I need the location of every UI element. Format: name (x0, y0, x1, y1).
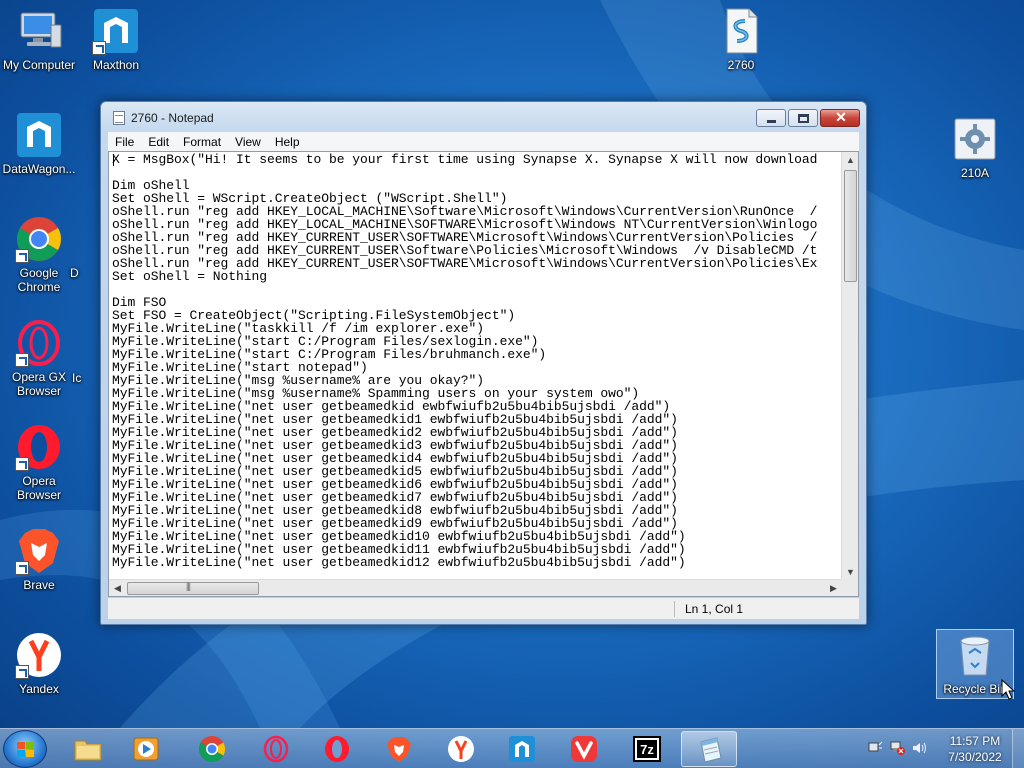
close-button[interactable]: ✕ (820, 109, 860, 127)
folder-icon (74, 740, 102, 761)
brave-icon (387, 737, 411, 762)
shortcut-arrow-icon (15, 665, 29, 679)
desktop-icon-yandex[interactable]: Yandex (0, 631, 78, 696)
taskbar-maxthon[interactable] (494, 731, 550, 767)
shortcut-arrow-icon (92, 41, 106, 55)
vivaldi-icon (571, 736, 597, 762)
script-file-icon (717, 7, 765, 55)
notepad-icon (113, 111, 125, 125)
desktop-icon-210a[interactable]: 210A (936, 115, 1014, 180)
text-content[interactable]: X = MsgBox("Hi! It seems to be your firs… (112, 153, 842, 577)
opera-icon (15, 423, 63, 471)
taskbar: 7z 11:57 PM 7/30/2022 (0, 728, 1024, 768)
cursor-position: Ln 1, Col 1 (685, 602, 744, 616)
maximize-icon (798, 114, 809, 123)
opera-gx-icon (15, 319, 63, 367)
vertical-scroll-thumb[interactable] (844, 170, 857, 282)
status-divider (674, 601, 675, 617)
desktop-icon-brave[interactable]: Brave (0, 527, 78, 592)
taskbar-chrome[interactable] (184, 731, 240, 767)
taskbar-vivaldi[interactable] (556, 731, 612, 767)
yandex-icon (448, 736, 474, 762)
taskbar-notepad[interactable] (681, 731, 737, 767)
shortcut-arrow-icon (15, 249, 29, 263)
taskbar-7zip[interactable]: 7z (619, 731, 675, 767)
action-center-icon[interactable] (868, 741, 883, 755)
opera-icon (325, 736, 349, 762)
mouse-cursor-icon (1001, 679, 1015, 700)
menu-help[interactable]: Help (268, 135, 307, 149)
maximize-button[interactable] (788, 109, 818, 127)
brave-icon (15, 527, 63, 575)
desktop-icon-datawagon[interactable]: DataWagon... (0, 111, 78, 176)
desktop-icon-google-chrome[interactable]: Google Chrome (0, 215, 78, 294)
maxthon-icon (15, 111, 63, 159)
taskbar-brave[interactable] (371, 731, 427, 767)
notepad-icon (700, 737, 722, 763)
yandex-icon (15, 631, 63, 679)
chrome-icon (198, 736, 226, 763)
menu-file[interactable]: File (108, 135, 141, 149)
chrome-icon (15, 215, 63, 263)
scroll-corner (841, 579, 858, 596)
menu-format[interactable]: Format (176, 135, 228, 149)
windows-logo-icon (17, 742, 35, 758)
desktop-icon-opera[interactable]: Opera Browser (0, 423, 78, 502)
minimize-icon (767, 120, 776, 123)
opera-gx-icon (263, 735, 289, 763)
system-tray: 11:57 PM 7/30/2022 (864, 729, 1024, 768)
text-line (112, 283, 842, 296)
notepad-window[interactable]: 2760 - Notepad ✕ File Edit Format View H… (100, 101, 867, 625)
start-button[interactable] (3, 730, 47, 768)
text-line: X = MsgBox("Hi! It seems to be your firs… (112, 153, 818, 167)
scroll-right-arrow-icon[interactable]: ▶ (825, 580, 842, 596)
media-player-icon (133, 737, 159, 761)
desktop-icon-2760[interactable]: 2760 (702, 7, 780, 72)
taskbar-clock[interactable]: 11:57 PM 7/30/2022 (934, 733, 1016, 765)
text-editor[interactable]: X = MsgBox("Hi! It seems to be your firs… (108, 151, 859, 597)
text-caret (113, 154, 114, 166)
scroll-left-arrow-icon[interactable]: ◀ (109, 580, 126, 596)
horizontal-scrollbar[interactable]: ◀ ▶ (109, 579, 842, 596)
shortcut-arrow-icon (15, 561, 29, 575)
text-line: Set oShell = Nothing (112, 269, 268, 284)
horizontal-scroll-thumb[interactable] (127, 581, 259, 595)
menu-view[interactable]: View (228, 135, 268, 149)
volume-icon[interactable] (912, 741, 927, 755)
menu-edit[interactable]: Edit (141, 135, 176, 149)
settings-file-icon (951, 115, 999, 163)
shortcut-arrow-icon (15, 353, 29, 367)
clock-date: 7/30/2022 (948, 750, 1002, 764)
taskbar-yandex[interactable] (433, 731, 489, 767)
network-error-icon[interactable] (890, 741, 905, 755)
vertical-scrollbar[interactable]: ▲ ▼ (841, 152, 858, 581)
taskbar-opera-gx[interactable] (248, 731, 304, 767)
svg-text:7z: 7z (640, 742, 654, 757)
desktop-icon-opera-gx[interactable]: Opera GX Browser (0, 319, 78, 398)
desktop-icon-partial-d[interactable]: D (70, 266, 100, 280)
show-desktop-button[interactable] (1012, 729, 1024, 768)
taskbar-explorer[interactable] (60, 731, 116, 767)
window-title: 2760 - Notepad (131, 111, 214, 125)
menu-bar: File Edit Format View Help (108, 132, 859, 151)
computer-icon (15, 7, 63, 55)
minimize-button[interactable] (756, 109, 786, 127)
taskbar-media-player[interactable] (118, 731, 174, 767)
maxthon-icon (92, 7, 140, 55)
scroll-up-arrow-icon[interactable]: ▲ (842, 152, 858, 169)
maxthon-icon (509, 736, 535, 762)
clock-time: 11:57 PM (949, 734, 1001, 748)
title-bar[interactable]: 2760 - Notepad ✕ (101, 102, 866, 132)
7zip-icon: 7z (633, 736, 661, 762)
text-line (112, 166, 842, 179)
desktop-icon-partial-ic[interactable]: Ic (72, 371, 100, 385)
desktop-icon-maxthon[interactable]: Maxthon (77, 7, 155, 72)
shortcut-arrow-icon (15, 457, 29, 471)
close-icon: ✕ (835, 109, 847, 125)
taskbar-opera[interactable] (309, 731, 365, 767)
desktop-icon-my-computer[interactable]: My Computer (0, 7, 78, 72)
status-bar: Ln 1, Col 1 (108, 597, 859, 619)
text-line: MyFile.WriteLine("net user getbeamedkid1… (112, 555, 686, 570)
recycle-bin-icon (951, 631, 999, 679)
